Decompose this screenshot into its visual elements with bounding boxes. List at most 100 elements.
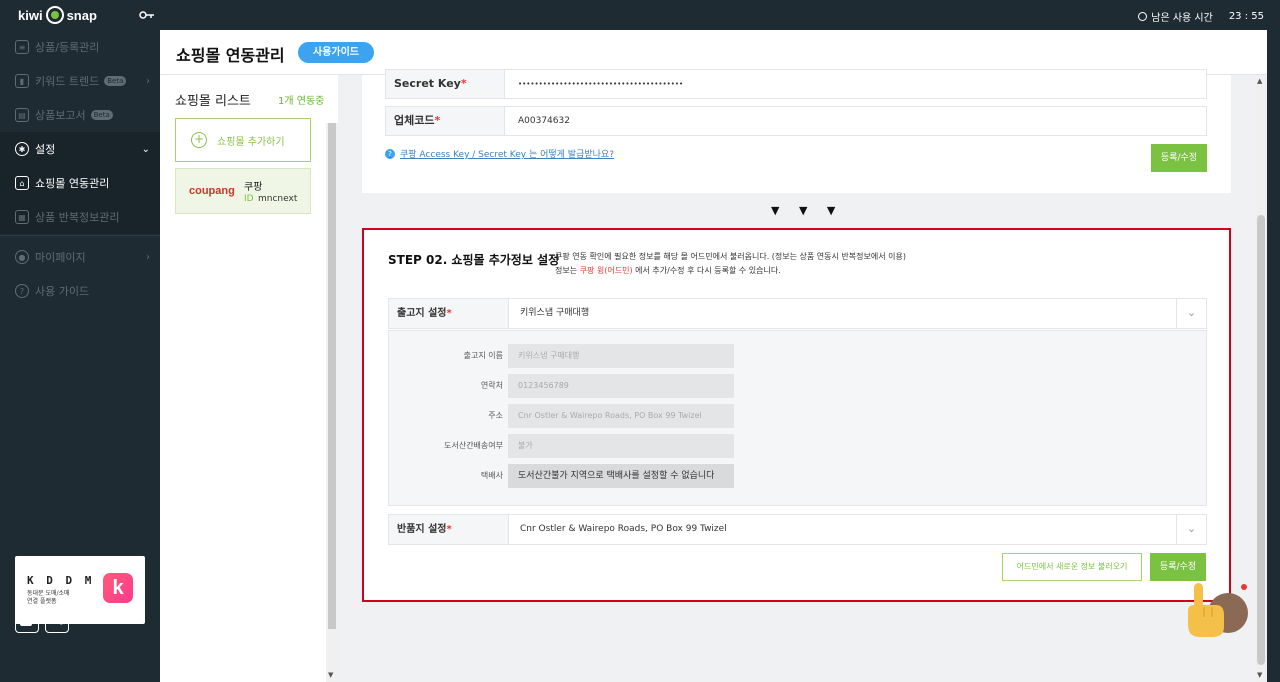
chart-icon: ▮ [15,74,29,88]
secret-key-row: Secret Key* ••••••••••••••••••••••••••••… [385,69,1207,99]
key-icon[interactable] [139,9,155,21]
main-area: 쇼핑몰 연동관리 사용가이드 쇼핑몰 리스트 1개 연동중 + 쇼핑몰 추가하기… [160,30,1280,682]
mall-link-count: 1개 연동중 [278,96,325,107]
api-key-help-link[interactable]: ? 쿠팡 Access Key / Secret Key 는 어떻게 발급받나요… [385,147,614,160]
mall-list-title: 쇼핑몰 리스트 [175,94,251,109]
chevron-right-icon: › [146,251,150,263]
sidebar-item-products[interactable]: ≡ 상품/등록관리 [0,30,160,64]
sidebar-item-label: 사용 가이드 [35,285,90,298]
kiwi-globe-icon [45,6,64,24]
add-mall-label: 쇼핑몰 추가하기 [217,136,285,148]
scrollbar-thumb[interactable] [1257,215,1265,665]
detail-row: 연락처 0123456789 [389,374,1208,398]
step1-card: Secret Key* ••••••••••••••••••••••••••••… [362,69,1231,193]
return-place-select[interactable]: 반품지 설정* Cnr Ostler & Wairepo Roads, PO B… [388,514,1207,545]
store-icon: ⌂ [15,176,29,190]
shipping-place-select[interactable]: 출고지 설정* 키위스냅 구매대행 ⌄ [388,298,1207,329]
session-timer: 남은 사용 시간 23 : 55 [1138,9,1264,24]
step1-submit-button[interactable]: 등록/수정 [1151,144,1207,172]
add-mall-button[interactable]: + 쇼핑몰 추가하기 [175,118,311,162]
session-time: 23 : 55 [1228,11,1264,22]
page-title: 쇼핑몰 연동관리 [176,46,285,65]
sidebar-item-keyword-trend[interactable]: ▮ 키워드 트렌드 Beta › [0,64,160,98]
gear-icon: ✱ [15,142,29,156]
session-label: 남은 사용 시간 [1151,13,1213,24]
step-divider-arrows: ▼ ▼ ▼ [771,204,844,217]
sidebar-item-guide[interactable]: ? 사용 가이드 [0,274,160,308]
return-place-value: Cnr Ostler & Wairepo Roads, PO Box 99 Tw… [520,524,727,534]
coupang-logo: coupang [189,185,235,197]
step2-submit-button[interactable]: 등록/수정 [1150,553,1206,581]
question-icon: ? [385,148,395,159]
usage-guide-button[interactable]: 사용가이드 [298,42,374,63]
detail-value: 키위스냅 구매대행 [508,344,734,368]
shipping-place-label: 출고지 설정* [389,299,509,328]
vendor-code-field[interactable]: A00374632 [506,107,570,135]
detail-row: 주소 Cnr Ostler & Wairepo Roads, PO Box 99… [389,404,1208,428]
blog-icon[interactable]: blog [45,611,69,633]
report-icon: ▤ [15,108,29,122]
mall-list-panel: 쇼핑몰 리스트 1개 연동중 + 쇼핑몰 추가하기 coupang 쿠팡 ID … [160,75,338,682]
mall-id-value: mncnext [258,194,298,204]
sidebar-item-label: 상품보고서 [35,109,86,122]
sidebar-item-product-report[interactable]: ▤ 상품보고서 Beta [0,98,160,132]
sidebar-item-mypage[interactable]: ● 마이페이지 › [0,240,160,274]
sidebar-item-label: 쇼핑몰 연동관리 [35,177,110,190]
window-edge [1267,30,1280,682]
chevron-down-icon: ⌄ [141,143,150,155]
secret-key-field[interactable]: •••••••••••••••••••••••••••••••••••••••• [506,70,683,98]
sidebar-item-label: 설정 [35,143,56,156]
sidebar-item-label: 키워드 트렌드 [35,75,100,88]
step2-description: 쿠팡 연동 확인에 필요한 정보를 해당 몰 어드민에서 불러옵니다. (정보는… [555,250,906,278]
detail-key: 출고지 이름 [463,351,503,360]
top-bar: kiwi snap 남은 사용 시간 23 : 55 [0,0,1280,30]
detail-key: 주소 [488,411,503,420]
detail-value: Cnr Ostler & Wairepo Roads, PO Box 99 Tw… [508,404,734,428]
sidebar-item-repeat-info[interactable]: ▦ 상품 반복정보관리 [0,200,160,234]
chevron-right-icon: › [146,75,150,87]
scroll-up-arrow-icon[interactable]: ▲ [1257,77,1262,85]
detail-value: 불가 [508,434,734,458]
step2-card: STEP 02. 쇼핑몰 추가정보 설정 쿠팡 연동 확인에 필요한 정보를 해… [362,228,1231,602]
kddm-app-icon: k [103,573,133,603]
sidebar-item-label: 마이페이지 [35,251,86,264]
chevron-down-icon[interactable]: ⌄ [1176,299,1206,328]
pointing-hand-icon [1188,583,1248,637]
fetch-from-admin-button[interactable]: 어드민에서 새로운 정보 불러오기 [1002,553,1142,581]
mall-card-coupang[interactable]: coupang 쿠팡 ID mncnext [175,168,311,214]
chevron-down-icon[interactable]: ⌄ [1176,515,1206,544]
grid-icon: ▦ [15,210,29,224]
beta-badge: Beta [90,110,113,120]
scrollbar-thumb[interactable] [328,123,336,629]
detail-row: 도서산간배송여부 불가 [389,434,1208,458]
list-icon: ≡ [15,40,29,54]
promo-desc-line1: 동대문 도매/소매 [27,590,70,597]
sidebar-item-mall-link[interactable]: ⌂ 쇼핑몰 연동관리 [0,166,160,200]
promo-desc-line2: 연결 플랫폼 [27,598,57,605]
return-place-label: 반품지 설정* [389,515,509,544]
scroll-down-arrow-icon[interactable]: ▼ [1257,671,1262,679]
scroll-down-arrow-icon[interactable]: ▼ [328,671,333,679]
promo-title: K D D M [27,574,95,587]
vendor-code-label: 업체코드* [386,107,505,135]
question-icon: ? [15,284,29,298]
mall-id-label: ID [244,194,254,204]
detail-key: 도서산간배송여부 [444,441,503,450]
beta-badge: Beta [104,76,127,86]
main-scrollbar[interactable]: ▲ ▼ [1255,75,1267,682]
kiwisnap-logo[interactable]: kiwi snap [18,6,97,24]
sidebar-divider [0,235,160,236]
vendor-code-row: 업체코드* A00374632 [385,106,1207,136]
detail-row: 출고지 이름 키위스냅 구매대행 [389,344,1208,368]
user-icon: ● [15,250,29,264]
shipping-place-value: 키위스냅 구매대행 [520,308,590,318]
sidebar-item-settings[interactable]: ✱ 설정 ⌄ [0,132,160,166]
step2-desc-line2: 정보는 쿠팡 윙(어드민) 에서 추가/수정 후 다시 등록할 수 있습니다. [555,266,781,275]
mall-list-scrollbar[interactable]: ▼ [326,123,338,682]
courier-select[interactable]: 도서산간불가 지역으로 택배사를 설정할 수 없습니다 [508,464,734,488]
plus-icon: + [191,132,207,148]
sidebar-item-label: 상품 반복정보관리 [35,211,120,224]
youtube-icon[interactable] [15,611,39,633]
sidebar: ≡ 상품/등록관리 ▮ 키워드 트렌드 Beta › ▤ 상품보고서 Beta … [0,30,160,682]
detail-key: 택배사 [480,471,503,480]
